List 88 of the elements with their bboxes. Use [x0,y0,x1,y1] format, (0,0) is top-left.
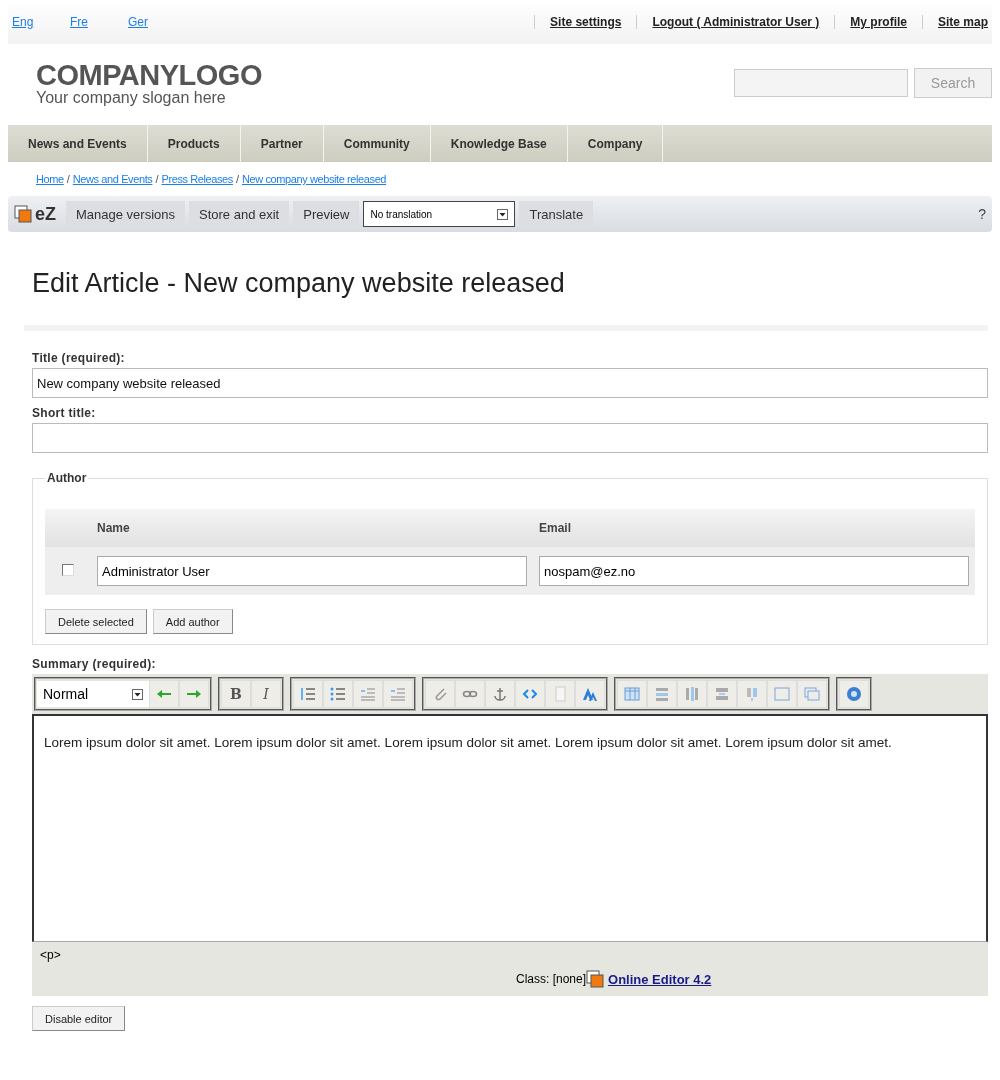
breadcrumb-link[interactable]: Home [36,173,64,185]
field-label: Title (required): [32,351,126,365]
bullet-list-button[interactable] [323,680,353,708]
insert-column-button[interactable] [677,680,707,708]
insert-row-icon [653,685,671,703]
help-icon [845,685,863,703]
language-link[interactable]: Ger [128,15,174,29]
editor-logo-icon [14,205,32,223]
undo-button[interactable] [149,680,179,708]
window-button[interactable] [767,680,797,708]
ordered-list-button[interactable] [293,680,323,708]
link-button[interactable] [455,680,485,708]
language-link[interactable]: Fre [70,15,116,29]
toolbar-button[interactable]: Manage versions [66,201,185,227]
code-button[interactable] [515,680,545,708]
language-link[interactable]: Eng [12,15,58,29]
help-button[interactable] [839,680,869,708]
breadcrumb-link[interactable]: Press Releases [161,173,233,185]
search-field[interactable] [734,68,908,97]
menu-item[interactable]: Products [147,125,241,162]
breadcrumb-separator: / [155,173,159,185]
disable-editor-button[interactable]: Disable editor [32,1006,126,1031]
editor-text: Lorem ipsum dolor sit amet. Lorem ipsum dolor sit amet. Lorem ipsum dolor sit amet. Lorem ipsum dolor sit amet. Lorem ipsum dolor sit amet. [44,735,892,750]
field-label: Summary (required): [32,657,157,671]
table-header [45,509,91,547]
insert-column-icon [683,685,701,703]
anchor-icon [491,685,509,703]
breadcrumb-separator: / [66,173,70,185]
top-link[interactable]: Site settings [534,15,637,29]
anchor-button[interactable] [485,680,515,708]
field-label: Short title: [32,406,97,420]
toolbar-button[interactable]: Store and exit [189,201,290,227]
help-link[interactable]: ? [978,206,986,222]
indent-icon [389,685,407,703]
panel-button[interactable]: Delete selected [45,609,147,634]
menu-item[interactable]: Partner [240,125,324,162]
breadcrumb-separator: / [235,173,239,185]
indent-button[interactable] [383,680,413,708]
row-checkbox[interactable] [62,563,74,576]
merge-cells-button[interactable] [737,680,767,708]
company-logo: COMPANYLOGO [36,59,262,90]
menu-item[interactable]: Company [567,125,664,162]
class-info: Class: [none] [516,972,587,986]
outdent-icon [359,685,377,703]
dropdown-caret-icon [132,688,143,700]
dropdown-caret-icon [497,208,509,220]
format-select[interactable]: Normal [37,681,149,707]
editor-link[interactable]: Online Editor 4.2 [608,971,712,987]
windows-button[interactable] [797,680,827,708]
email-field[interactable]: nospam@ez.no [539,556,969,586]
table-icon [623,685,641,703]
panel-button[interactable]: Add author [152,609,233,634]
redo-button[interactable] [179,680,209,708]
window-icon [773,685,791,703]
split-row-icon [713,685,731,703]
insert-row-button[interactable] [647,680,677,708]
split-row-button[interactable] [707,680,737,708]
italic-button[interactable]: I [251,680,281,708]
bold-button[interactable]: B [221,680,251,708]
page-heading: Edit Article - New company website released [24,232,988,331]
top-link[interactable]: Logout ( Administrator User ) [636,15,835,29]
table-button[interactable] [617,680,647,708]
outdent-button[interactable] [353,680,383,708]
ez-logo: eZ [35,203,56,225]
text-style-button[interactable] [575,680,605,708]
menu-item[interactable]: News and Events [8,125,148,162]
menu-item[interactable]: Community [323,125,431,162]
top-link[interactable]: Site map [922,15,992,29]
windows-icon [803,685,821,703]
table-header: Email [533,509,975,547]
text-field[interactable]: New company website released [32,368,988,398]
ordered-list-icon [299,685,317,703]
breadcrumb-link[interactable]: New company website released [242,173,387,185]
toolbar-button[interactable]: Preview [293,201,360,227]
panel-legend: Author [45,471,89,485]
table-header: Name [91,509,533,547]
menu-item[interactable]: Knowledge Base [430,125,568,162]
bullet-list-icon [329,685,347,703]
company-slogan: Your company slogan here [36,89,227,106]
breadcrumb-link[interactable]: News and Events [72,173,153,185]
element-path: <p> [40,948,61,962]
translate-button[interactable]: Translate [519,201,594,227]
name-field[interactable]: Administrator User [97,556,527,586]
translation-select[interactable]: No translation [363,201,516,227]
editor-logo-icon [586,970,605,988]
top-link[interactable]: My profile [834,15,922,29]
paperclip-button[interactable] [425,680,455,708]
text-field[interactable] [32,423,988,453]
